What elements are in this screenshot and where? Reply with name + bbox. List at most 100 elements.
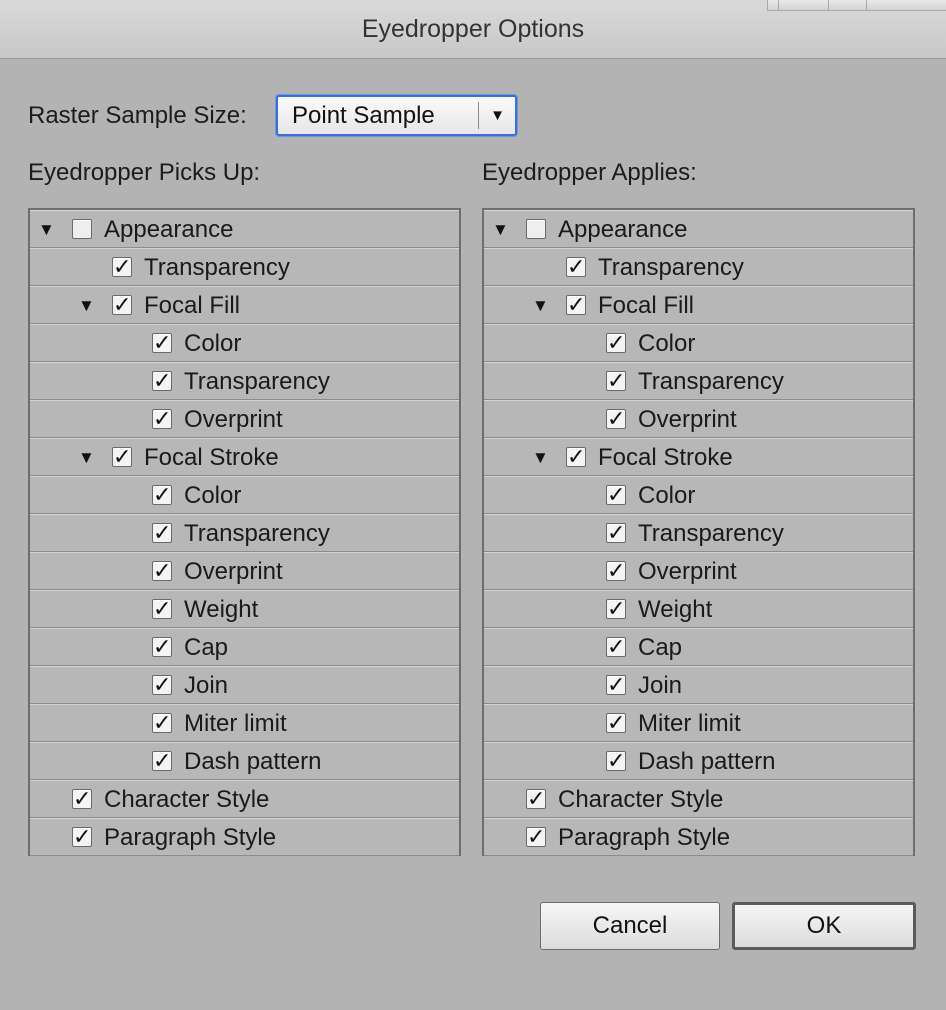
checkbox-checked[interactable]: ✓ bbox=[152, 636, 172, 658]
tree-row-label: Appearance bbox=[558, 216, 688, 243]
checkbox-checked[interactable]: ✓ bbox=[566, 256, 586, 278]
picks-up-heading: Eyedropper Picks Up: bbox=[28, 159, 261, 186]
tree-row-dash-pattern[interactable]: ✓ Dash pattern bbox=[484, 742, 913, 780]
checkbox-checked[interactable]: ✓ bbox=[112, 446, 132, 468]
checkbox-checked[interactable]: ✓ bbox=[152, 332, 172, 354]
checkbox-checked[interactable]: ✓ bbox=[152, 408, 172, 430]
applies-heading: Eyedropper Applies: bbox=[482, 159, 697, 186]
tree-row-focal-stroke[interactable]: ▼ ✓ Focal Stroke bbox=[30, 438, 459, 476]
tree-row-label: Transparency bbox=[184, 520, 330, 547]
tree-row-character-style[interactable]: ✓ Character Style bbox=[30, 780, 459, 818]
disclosure-triangle-icon[interactable]: ▼ bbox=[78, 287, 95, 325]
tree-row-dash-pattern[interactable]: ✓ Dash pattern bbox=[30, 742, 459, 780]
checkbox-checked[interactable]: ✓ bbox=[72, 788, 92, 810]
disclosure-triangle-icon[interactable]: ▼ bbox=[532, 287, 549, 325]
checkbox-checked[interactable]: ✓ bbox=[606, 598, 626, 620]
tree-row-label: Weight bbox=[184, 596, 259, 623]
checkbox-checked[interactable]: ✓ bbox=[152, 598, 172, 620]
tree-row-transparency[interactable]: ✓ Transparency bbox=[30, 514, 459, 552]
checkbox-checked[interactable]: ✓ bbox=[72, 826, 92, 848]
tree-row-overprint[interactable]: ✓ Overprint bbox=[484, 400, 913, 438]
checkbox-checked[interactable]: ✓ bbox=[606, 750, 626, 772]
checkbox-checked[interactable]: ✓ bbox=[606, 636, 626, 658]
checkbox-checked[interactable]: ✓ bbox=[152, 484, 172, 506]
tree-row-label: Color bbox=[638, 330, 696, 357]
tree-row-label: Miter limit bbox=[638, 710, 741, 737]
checkbox-checked[interactable]: ✓ bbox=[566, 446, 586, 468]
checkbox-checked[interactable]: ✓ bbox=[112, 294, 132, 316]
tree-row-overprint[interactable]: ✓ Overprint bbox=[484, 552, 913, 590]
tree-row-color[interactable]: ✓ Color bbox=[30, 324, 459, 362]
tree-row-label: Join bbox=[638, 672, 683, 699]
checkbox-checked[interactable]: ✓ bbox=[152, 522, 172, 544]
tree-row-label: Focal Fill bbox=[144, 292, 241, 319]
checkbox-checked[interactable]: ✓ bbox=[566, 294, 586, 316]
tree-row-overprint[interactable]: ✓ Overprint bbox=[30, 400, 459, 438]
tree-row-label: Transparency bbox=[638, 520, 784, 547]
select-divider bbox=[478, 102, 479, 129]
ok-button[interactable]: OK bbox=[732, 902, 916, 950]
tree-row-cap[interactable]: ✓ Cap bbox=[30, 628, 459, 666]
checkbox-checked[interactable]: ✓ bbox=[152, 750, 172, 772]
checkbox-checked[interactable]: ✓ bbox=[606, 712, 626, 734]
tree-row-miter-limit[interactable]: ✓ Miter limit bbox=[30, 704, 459, 742]
tree-row-focal-fill[interactable]: ▼ ✓ Focal Fill bbox=[30, 286, 459, 324]
checkbox-checked[interactable]: ✓ bbox=[526, 826, 546, 848]
tree-row-label: Color bbox=[638, 482, 696, 509]
checkbox-checked[interactable]: ✓ bbox=[606, 484, 626, 506]
checkbox-checked[interactable]: ✓ bbox=[152, 560, 172, 582]
dropdown-arrow-icon[interactable]: ▼ bbox=[490, 97, 505, 134]
tree-row-label: Miter limit bbox=[184, 710, 287, 737]
tree-row-label: Transparency bbox=[184, 368, 330, 395]
tree-row-weight[interactable]: ✓ Weight bbox=[484, 590, 913, 628]
checkbox-unchecked[interactable] bbox=[526, 219, 546, 239]
tree-row-transparency[interactable]: ✓ Transparency bbox=[484, 248, 913, 286]
tree-row-character-style[interactable]: ✓ Character Style bbox=[484, 780, 913, 818]
cancel-button[interactable]: Cancel bbox=[540, 902, 720, 950]
checkbox-checked[interactable]: ✓ bbox=[606, 560, 626, 582]
checkbox-checked[interactable]: ✓ bbox=[152, 674, 172, 696]
tree-row-color[interactable]: ✓ Color bbox=[484, 476, 913, 514]
tree-row-label: Cap bbox=[184, 634, 229, 661]
checkbox-checked[interactable]: ✓ bbox=[526, 788, 546, 810]
disclosure-triangle-icon[interactable]: ▼ bbox=[492, 211, 509, 249]
background-window-edge bbox=[767, 0, 946, 11]
checkbox-checked[interactable]: ✓ bbox=[606, 332, 626, 354]
checkbox-checked[interactable]: ✓ bbox=[112, 256, 132, 278]
checkbox-unchecked[interactable] bbox=[72, 219, 92, 239]
tree-row-transparency[interactable]: ✓ Transparency bbox=[30, 362, 459, 400]
tree-row-label: Weight bbox=[638, 596, 713, 623]
tree-row-color[interactable]: ✓ Color bbox=[30, 476, 459, 514]
tree-row-transparency[interactable]: ✓ Transparency bbox=[484, 362, 913, 400]
tree-row-transparency[interactable]: ✓ Transparency bbox=[484, 514, 913, 552]
tree-row-paragraph-style[interactable]: ✓ Paragraph Style bbox=[484, 818, 913, 856]
tree-row-miter-limit[interactable]: ✓ Miter limit bbox=[484, 704, 913, 742]
tree-row-label: Transparency bbox=[638, 368, 784, 395]
tree-row-paragraph-style[interactable]: ✓ Paragraph Style bbox=[30, 818, 459, 856]
applies-list: ▼ Appearance ✓ Transparency ▼ ✓ Focal Fill ✓ Col… bbox=[482, 208, 915, 856]
tree-row-appearance[interactable]: ▼ Appearance bbox=[30, 210, 459, 248]
disclosure-triangle-icon[interactable]: ▼ bbox=[532, 439, 549, 477]
checkbox-checked[interactable]: ✓ bbox=[152, 370, 172, 392]
tree-row-overprint[interactable]: ✓ Overprint bbox=[30, 552, 459, 590]
tree-row-label: Color bbox=[184, 330, 242, 357]
raster-sample-size-select[interactable]: Point Sample ▼ bbox=[276, 95, 517, 136]
checkbox-checked[interactable]: ✓ bbox=[606, 408, 626, 430]
tree-row-cap[interactable]: ✓ Cap bbox=[484, 628, 913, 666]
checkbox-checked[interactable]: ✓ bbox=[606, 370, 626, 392]
checkbox-checked[interactable]: ✓ bbox=[152, 712, 172, 734]
picks-up-list: ▼ Appearance ✓ Transparency ▼ ✓ Focal Fill ✓ Col… bbox=[28, 208, 461, 856]
disclosure-triangle-icon[interactable]: ▼ bbox=[78, 439, 95, 477]
checkbox-checked[interactable]: ✓ bbox=[606, 674, 626, 696]
tree-row-focal-stroke[interactable]: ▼ ✓ Focal Stroke bbox=[484, 438, 913, 476]
tree-row-join[interactable]: ✓ Join bbox=[484, 666, 913, 704]
tree-row-transparency[interactable]: ✓ Transparency bbox=[30, 248, 459, 286]
tree-row-join[interactable]: ✓ Join bbox=[30, 666, 459, 704]
disclosure-triangle-icon[interactable]: ▼ bbox=[38, 211, 55, 249]
checkbox-checked[interactable]: ✓ bbox=[606, 522, 626, 544]
tree-row-color[interactable]: ✓ Color bbox=[484, 324, 913, 362]
window-title: Eyedropper Options bbox=[361, 15, 585, 43]
tree-row-appearance[interactable]: ▼ Appearance bbox=[484, 210, 913, 248]
tree-row-weight[interactable]: ✓ Weight bbox=[30, 590, 459, 628]
tree-row-focal-fill[interactable]: ▼ ✓ Focal Fill bbox=[484, 286, 913, 324]
